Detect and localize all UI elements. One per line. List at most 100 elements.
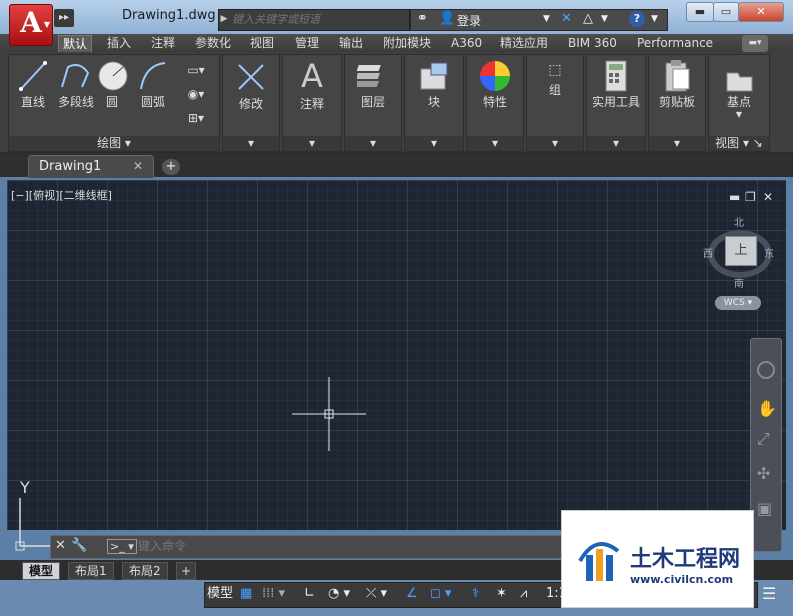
tab-output[interactable]: 输出 [339, 35, 363, 52]
close-icon[interactable]: ✕ [133, 159, 143, 173]
tab-insert[interactable]: 插入 [107, 35, 131, 52]
isodraft-icon[interactable]: ⤫ ▾ [366, 584, 387, 604]
layers-button[interactable]: 图层 [345, 59, 401, 110]
group-button[interactable]: ⬚ 组 [527, 59, 583, 98]
add-layout-button[interactable]: + [176, 562, 197, 580]
block-button[interactable]: 块 [405, 59, 463, 110]
file-tab-drawing1[interactable]: Drawing1 ✕ [28, 155, 154, 178]
draw-panel-title[interactable]: 绘图 ▾ [9, 136, 219, 151]
arc-button[interactable]: 圆弧 [135, 59, 171, 110]
color-wheel-icon [480, 61, 510, 91]
rectangle-button[interactable]: ▭▾ [181, 63, 211, 77]
object-snap-icon[interactable]: ◻ ▾ [430, 584, 451, 604]
hatch-button[interactable]: ◉▾ [181, 87, 211, 101]
annotation-scale-icon[interactable]: ⩘ [520, 584, 527, 604]
grid-icon[interactable]: ▦ [240, 584, 252, 604]
chevron-down-icon[interactable]: ▼ [651, 14, 658, 24]
customization-menu-icon[interactable]: ☰ [762, 584, 776, 604]
viewcube-top-face[interactable]: 上 [725, 236, 757, 266]
showmotion-icon[interactable]: ▣ [757, 499, 772, 518]
wrench-icon[interactable]: 🔧 [71, 538, 87, 553]
compass-north[interactable]: 北 [734, 214, 744, 229]
watermark-logo: 土木工程网 www.civilcn.com [561, 510, 754, 608]
boundary-button[interactable]: ⊞▾ [181, 111, 211, 125]
line-button[interactable]: 直线 [13, 59, 53, 110]
layers-icon [357, 65, 381, 87]
chevron-down-icon[interactable]: ▼ [543, 14, 550, 24]
ortho-icon[interactable]: ∟ [304, 584, 315, 604]
orbit-icon[interactable]: ✣ [757, 464, 770, 483]
modify-button[interactable]: 修改 [223, 59, 279, 112]
command-prompt-icon[interactable]: >_ ▾ [107, 539, 137, 554]
block-panel-expand[interactable]: ▾ [405, 136, 463, 151]
command-input[interactable] [138, 537, 438, 555]
tab-performance[interactable]: Performance [637, 35, 713, 52]
pan-icon[interactable]: ✋ [757, 399, 777, 418]
compass-west[interactable]: 西 [703, 245, 713, 260]
tab-view[interactable]: 视图 [250, 35, 274, 52]
search-expand-icon[interactable]: ▶ [218, 9, 230, 29]
exchange-apps-icon[interactable]: ✕ [561, 11, 572, 26]
login-link[interactable]: 登录 [457, 12, 481, 29]
layout-tab-layout2[interactable]: 布局2 [122, 562, 168, 580]
tab-annotate[interactable]: 注释 [151, 35, 175, 52]
user-icon[interactable]: 👤 [439, 11, 455, 26]
layout-tab-model[interactable]: 模型 [22, 562, 61, 580]
tab-parametric[interactable]: 参数化 [195, 35, 231, 52]
clipboard-panel-expand[interactable]: ▾ [649, 136, 705, 151]
tab-a360[interactable]: A360 [451, 35, 482, 52]
properties-panel-expand[interactable]: ▾ [467, 136, 523, 151]
annotation-panel-expand[interactable]: ▾ [283, 136, 341, 151]
tab-bim360[interactable]: BIM 360 [568, 35, 617, 52]
modify-panel-expand[interactable]: ▾ [223, 136, 279, 151]
tab-addins[interactable]: 附加模块 [383, 35, 431, 52]
help-icon[interactable]: ? [629, 11, 645, 27]
compass-south[interactable]: 南 [734, 275, 744, 290]
new-tab-button[interactable]: + [162, 159, 180, 175]
search-input[interactable] [232, 10, 402, 28]
steering-wheel-icon[interactable] [757, 361, 775, 379]
properties-button[interactable]: 特性 [467, 59, 523, 110]
snap-icon[interactable]: ⁞⁞⁞ ▾ [262, 584, 285, 604]
clipboard-button[interactable]: 剪贴板 [649, 59, 705, 110]
utilities-button[interactable]: 实用工具 [587, 59, 645, 110]
layers-panel-expand[interactable]: ▾ [345, 136, 401, 151]
annotation-visibility-icon[interactable]: ⚕ [472, 584, 479, 604]
utilities-panel-expand[interactable]: ▾ [587, 136, 645, 151]
chevron-down-icon[interactable]: ▼ [601, 14, 608, 24]
crosshair-cursor [292, 377, 366, 451]
viewport-controls-label[interactable]: [−][俯视][二维线框] [11, 187, 112, 203]
auto-scale-icon[interactable]: ✶ [496, 584, 507, 604]
minimize-icon[interactable]: ▬ [729, 190, 740, 204]
restore-icon[interactable]: ❐ [745, 190, 756, 204]
polyline-button[interactable]: 多段线 [53, 59, 99, 110]
drawing-viewport[interactable] [7, 180, 786, 530]
tab-home[interactable]: 默认 [58, 35, 93, 53]
annotation-label: 注释 [299, 97, 324, 111]
model-space-button[interactable]: 模型 [207, 584, 233, 604]
layout-tab-layout1[interactable]: 布局1 [68, 562, 114, 580]
compass-east[interactable]: 东 [764, 245, 774, 260]
object-snap-tracking-icon[interactable]: ∠ [406, 584, 418, 604]
close-button[interactable]: ✕ [738, 2, 784, 22]
tab-featured-apps[interactable]: 精选应用 [500, 35, 548, 52]
application-menu-button[interactable]: A ▼ [9, 4, 53, 46]
view-panel-title[interactable]: 视图 ▾ ↘ [709, 136, 769, 151]
minimize-button[interactable]: ▬ [686, 2, 714, 22]
close-icon[interactable]: ✕ [55, 538, 66, 553]
close-icon[interactable]: ✕ [763, 190, 773, 204]
utilities-panel: 实用工具 ▾ [586, 54, 646, 152]
zoom-extents-icon[interactable]: ⤢ [757, 429, 770, 449]
groups-panel-expand[interactable]: ▾ [527, 136, 583, 151]
maximize-button[interactable]: ▭ [713, 2, 739, 22]
wcs-menu[interactable]: WCS ▾ [715, 296, 761, 310]
circle-button[interactable]: 圆 [97, 59, 128, 110]
polar-tracking-icon[interactable]: ◔ ▾ [328, 584, 350, 604]
base-button[interactable]: 基点 ▼ [709, 63, 769, 119]
annotation-button[interactable]: A 注释 [283, 57, 341, 112]
quick-access-toolbar-expand[interactable]: ▸▸ [54, 9, 74, 27]
ribbon-minimize-toggle[interactable]: ▬▾ [742, 35, 768, 52]
binoculars-icon[interactable]: ⚭ [417, 11, 428, 26]
tab-manage[interactable]: 管理 [295, 35, 319, 52]
a360-icon[interactable]: △ [583, 11, 593, 26]
